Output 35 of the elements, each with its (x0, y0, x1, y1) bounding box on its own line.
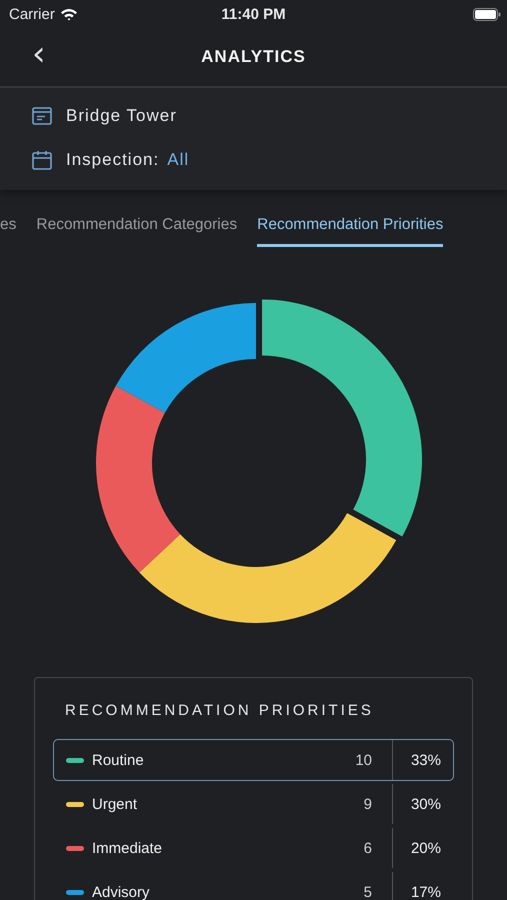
priority-percent: 33% (410, 752, 442, 768)
priority-name: Routine (92, 752, 145, 768)
carrier-label: Carrier (9, 6, 55, 22)
document-icon (32, 107, 52, 125)
priority-name: Urgent (92, 796, 138, 812)
back-button[interactable]: ‹ (28, 36, 50, 72)
donut-slice[interactable] (115, 303, 256, 413)
priority-name: Immediate (92, 840, 164, 856)
priority-percent: 17% (410, 884, 442, 900)
legend-row[interactable]: Routine 10 33% (53, 739, 454, 781)
donut-slice[interactable] (138, 513, 396, 623)
priority-percent: 30% (410, 796, 442, 812)
site-name: Bridge Tower (66, 106, 177, 126)
tab[interactable]: Recommendation Priorities (257, 212, 444, 247)
donut-slice[interactable] (262, 299, 422, 537)
priority-name: Advisory (92, 884, 151, 900)
legend-row[interactable]: Advisory 5 17% (53, 871, 454, 900)
legend-row[interactable]: Urgent 9 30% (53, 783, 454, 825)
calendar-icon (32, 150, 52, 170)
wifi-icon (60, 8, 78, 20)
donut-slice[interactable] (96, 386, 180, 573)
priority-percent: 20% (410, 840, 442, 856)
inspection-filter-link[interactable]: All (167, 150, 190, 170)
legend-row[interactable]: Immediate 6 20% (53, 827, 454, 869)
screen-title: ANALYTICS (201, 47, 306, 67)
tab[interactable]: es (0, 212, 16, 247)
priority-count: 10 (333, 740, 393, 780)
battery-icon (473, 8, 501, 20)
tab[interactable]: Recommendation Categories (36, 212, 238, 247)
priority-count: 5 (333, 872, 393, 900)
legend-title: RECOMMENDATION PRIORITIES (65, 702, 375, 719)
priority-count: 6 (333, 828, 393, 868)
status-time: 11:40 PM (221, 6, 286, 22)
priority-count: 9 (333, 784, 393, 824)
inspection-label: Inspection: (66, 150, 160, 170)
